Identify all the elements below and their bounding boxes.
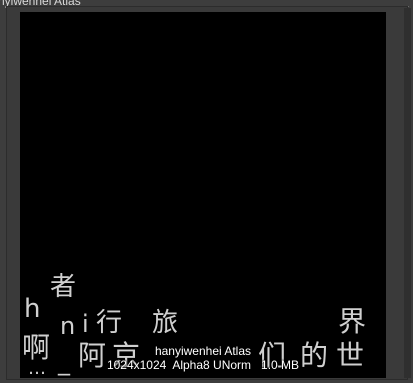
glyph-lv: 旅 xyxy=(152,308,179,338)
glyph-xing: 行 xyxy=(96,308,123,338)
glyph-n: n xyxy=(60,312,76,340)
atlas-preview-panel: nyiwenhei Atlas 者 h n i 行 旅 界 啊 … _ 阿 京 … xyxy=(0,0,413,383)
glyph-h: h xyxy=(24,294,41,324)
atlas-details-label: 1024x1024 Alpha8 UNorm 1.0 MB xyxy=(106,358,300,372)
atlas-texture-preview[interactable]: 者 h n i 行 旅 界 啊 … _ 阿 京 们 的 世 xyxy=(20,12,386,378)
glyph-jie: 界 xyxy=(338,305,367,338)
atlas-name-label: hanyiwenhei Atlas xyxy=(154,344,252,358)
glyph-i: i xyxy=(82,310,89,338)
glyph-zhe: 者 xyxy=(50,272,77,302)
vertical-scrollbar[interactable] xyxy=(404,8,411,378)
